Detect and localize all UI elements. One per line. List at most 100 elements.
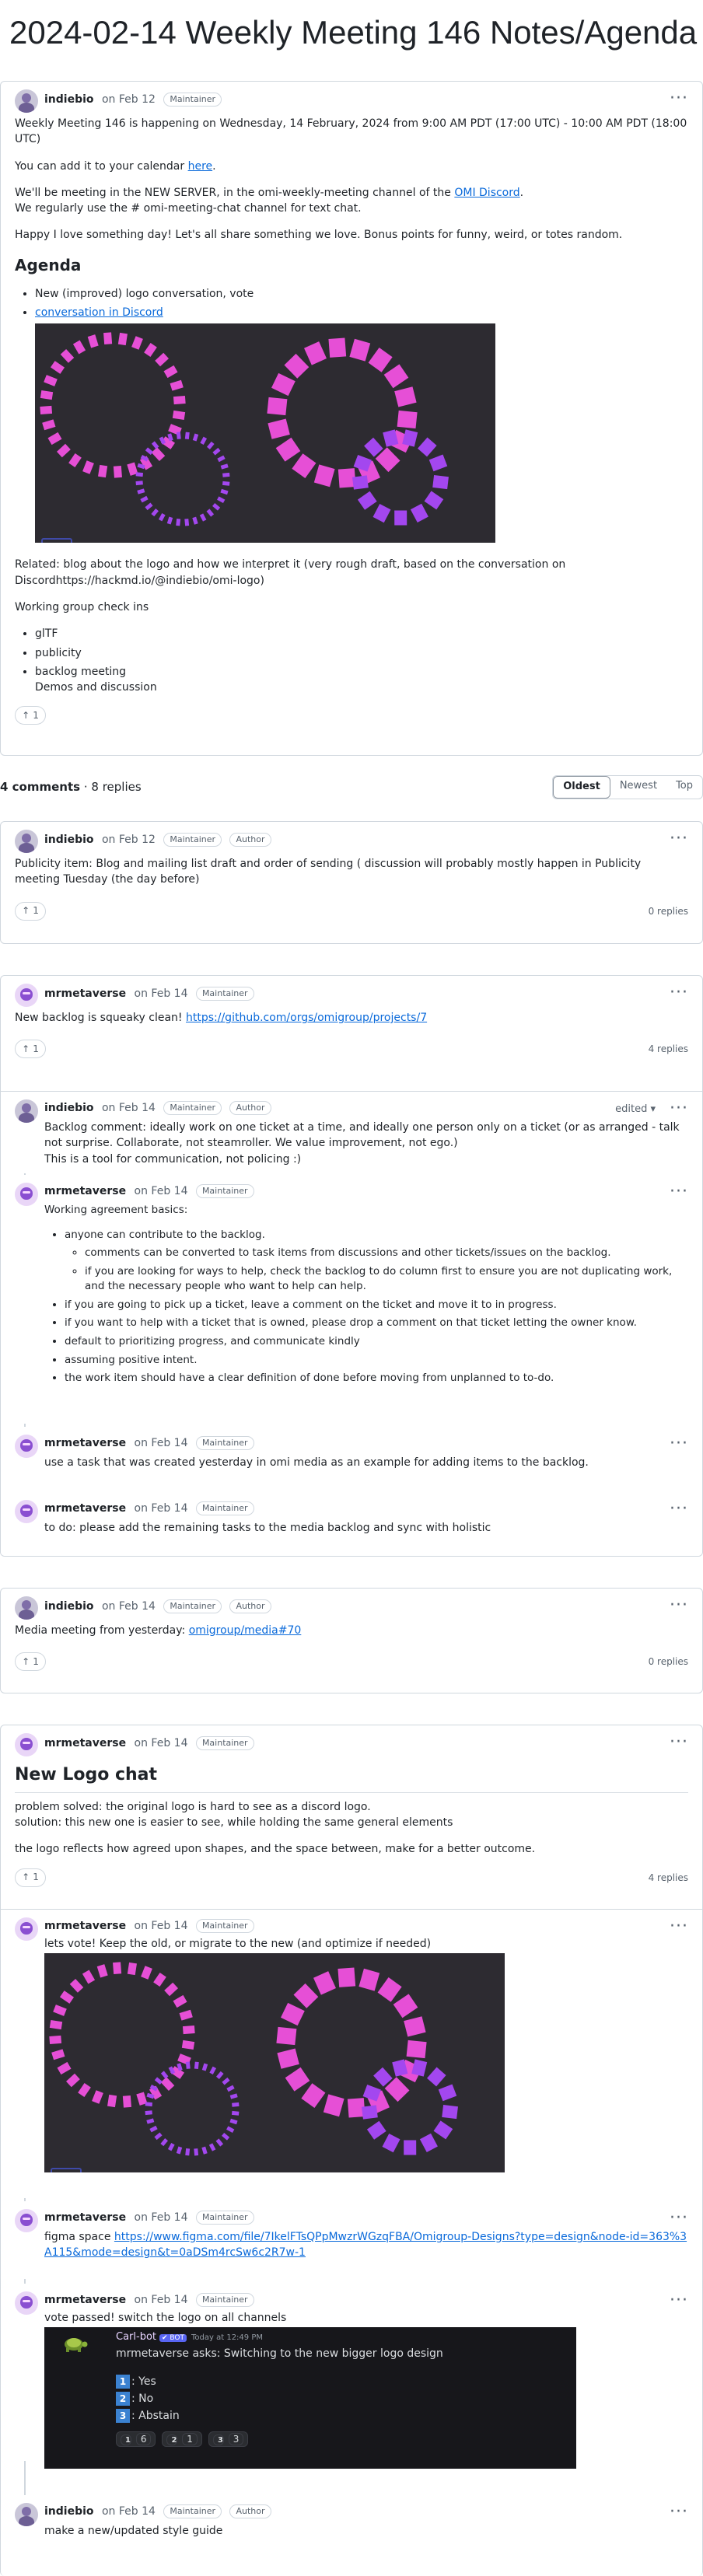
avatar[interactable] [15, 1435, 38, 1458]
avatar[interactable] [15, 2503, 38, 2526]
omi-discord-link[interactable]: OMI Discord [454, 187, 519, 199]
list-item: anyone can contribute to the backlog. co… [65, 1228, 688, 1295]
kebab-horizontal-icon[interactable]: ··· [670, 1180, 688, 1204]
post-date[interactable]: on Feb 12 [102, 93, 156, 106]
comment-date[interactable]: on Feb 14 [135, 1737, 188, 1749]
reply-date[interactable]: on Feb 14 [135, 1920, 188, 1932]
avatar[interactable] [15, 2209, 38, 2232]
kebab-horizontal-icon[interactable]: ··· [670, 2500, 688, 2525]
logo-dash [406, 2040, 427, 2059]
media-issue-link[interactable]: omigroup/media#70 [189, 1624, 302, 1637]
sort-top[interactable]: Top [666, 776, 702, 799]
avatar[interactable] [15, 1733, 38, 1756]
author-name[interactable]: indiebio [44, 1102, 94, 1114]
author-badge: Author [229, 1599, 271, 1613]
kebab-horizontal-icon[interactable]: ··· [670, 2288, 688, 2313]
author-name[interactable]: mrmetaverse [44, 1502, 126, 1515]
discord-poll-screenshot[interactable]: Carl-bot ✔ BOT Today at 12:49 PM mrmetaver… [44, 2327, 576, 2469]
comment-date[interactable]: on Feb 14 [102, 1600, 156, 1613]
logo-dash [146, 2118, 155, 2124]
kebab-horizontal-icon[interactable]: ··· [670, 827, 688, 851]
author-name[interactable]: mrmetaverse [44, 987, 126, 1000]
author-name[interactable]: mrmetaverse [44, 1737, 126, 1749]
avatar[interactable] [15, 1183, 38, 1206]
backlog-project-link[interactable]: https://github.com/orgs/omigroup/project… [186, 1012, 427, 1024]
upvote-button[interactable]: ↑ 1 [15, 901, 46, 921]
avatar[interactable] [15, 984, 38, 1007]
logo-comparison-image[interactable] [35, 323, 495, 544]
reply-date[interactable]: on Feb 14 [135, 2211, 188, 2224]
kebab-horizontal-icon[interactable]: ··· [670, 86, 688, 111]
logo-dash [222, 473, 230, 478]
comment-text: Publicity item: Blog and mailing list dr… [15, 858, 642, 886]
meeting-time-text: Weekly Meeting 146 is happening on Wedne… [15, 117, 687, 146]
logo-dash [366, 2121, 386, 2140]
author-name[interactable]: indiebio [44, 93, 94, 106]
logo-dash [268, 418, 290, 440]
reaction-count: 3 3 [208, 2431, 249, 2448]
avatar[interactable] [15, 1099, 38, 1123]
upvote-button[interactable]: ↑ 1 [15, 1868, 46, 1887]
comment-date[interactable]: on Feb 12 [102, 834, 156, 846]
kebab-horizontal-icon[interactable]: ··· [670, 1593, 688, 1618]
calendar-link[interactable]: here [188, 160, 213, 173]
discord-conversation-link[interactable]: conversation in Discord [35, 306, 163, 319]
avatar[interactable] [15, 2291, 38, 2315]
author-name[interactable]: indiebio [44, 1600, 94, 1613]
kebab-horizontal-icon[interactable]: ··· [670, 1730, 688, 1755]
logo-dash [352, 475, 369, 491]
comment-date[interactable]: on Feb 14 [135, 987, 188, 1000]
logo-dash [220, 489, 229, 495]
reply-date[interactable]: on Feb 14 [135, 1502, 188, 1515]
kebab-horizontal-icon[interactable]: ··· [670, 1497, 688, 1522]
sort-oldest[interactable]: Oldest [553, 776, 610, 799]
sort-newest[interactable]: Newest [610, 776, 666, 799]
kebab-horizontal-icon[interactable]: ··· [670, 1914, 688, 1939]
author-name[interactable]: mrmetaverse [44, 1185, 126, 1197]
logo-ring [135, 432, 230, 526]
upvote-button[interactable]: ↑ 1 [15, 1040, 46, 1059]
avatar[interactable] [15, 1596, 38, 1620]
kebab-horizontal-icon[interactable]: ··· [670, 1096, 688, 1121]
reply-date[interactable]: on Feb 14 [102, 2505, 156, 2518]
reply: mrmetaverse on Feb 14 Maintainer ··· let… [1, 1909, 702, 2198]
kebab-horizontal-icon[interactable]: ··· [670, 1431, 688, 1456]
upvote-button[interactable]: ↑ 1 [15, 1652, 46, 1672]
figma-link[interactable]: https://www.figma.com/file/7IkelFTsQPpMw… [44, 2231, 687, 2259]
kebab-horizontal-icon[interactable]: ··· [670, 980, 688, 1005]
logo-dash [154, 2132, 163, 2141]
logo-dash [201, 2063, 208, 2071]
kebab-horizontal-icon[interactable]: ··· [670, 2206, 688, 2231]
author-name[interactable]: indiebio [44, 834, 94, 846]
logo-dash [155, 353, 170, 367]
avatar[interactable] [15, 1917, 38, 1941]
reply-date[interactable]: on Feb 14 [135, 1437, 188, 1449]
logo-dash [361, 2105, 378, 2120]
reply-date[interactable]: on Feb 14 [102, 1102, 156, 1114]
avatar[interactable] [15, 89, 38, 113]
logo-dash [433, 2120, 453, 2140]
logo-dash [418, 437, 437, 457]
avatar[interactable] [15, 1500, 38, 1523]
logo-dash [200, 437, 208, 446]
avatar[interactable] [15, 830, 38, 853]
author-name[interactable]: mrmetaverse [44, 1437, 126, 1449]
logo-dash [411, 2059, 428, 2077]
author-name[interactable]: mrmetaverse [44, 1920, 126, 1932]
logo-dash [65, 2074, 80, 2088]
arrow-up-icon: ↑ [22, 904, 30, 916]
logo-dash [72, 340, 86, 355]
edited-dropdown[interactable]: edited ▾ [615, 1103, 656, 1117]
maintainer-badge: Maintainer [195, 1436, 254, 1450]
reply-date[interactable]: on Feb 14 [135, 1185, 188, 1197]
maintainer-badge: Maintainer [195, 1184, 254, 1198]
upvote-button[interactable]: ↑ 1 [15, 706, 46, 725]
author-name[interactable]: indiebio [44, 2505, 94, 2518]
author-name[interactable]: mrmetaverse [44, 2294, 126, 2306]
logo-comparison-image[interactable] [44, 1953, 505, 2173]
logo-dash [40, 390, 54, 400]
author-badge: Author [229, 1101, 271, 1115]
reply-date[interactable]: on Feb 14 [135, 2294, 188, 2306]
author-name[interactable]: mrmetaverse [44, 2211, 126, 2224]
reply: mrmetaverse on Feb 14 Maintainer ··· vot… [1, 2284, 702, 2469]
